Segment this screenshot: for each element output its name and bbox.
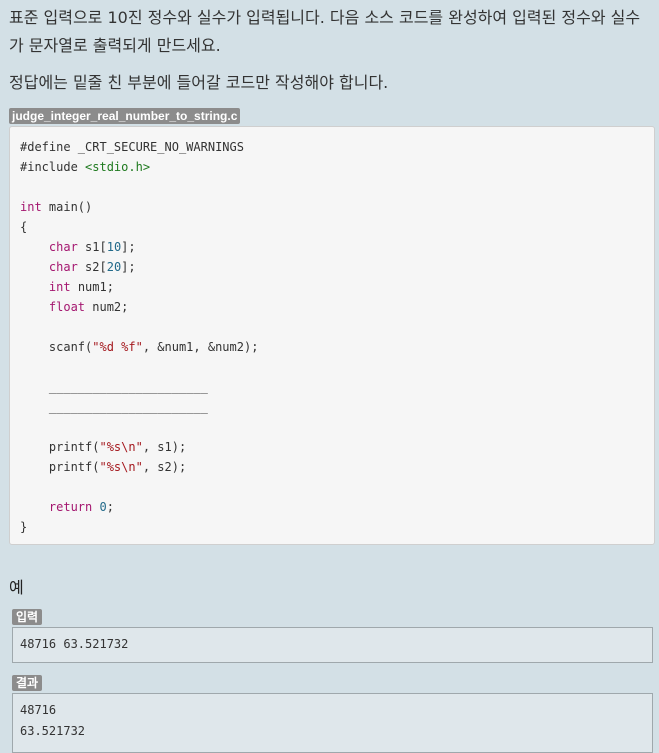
code-line: char s2[20];: [48, 260, 136, 274]
code-line: scanf("%d %f", &num1, &num2);: [20, 340, 259, 354]
input-label-badge: 입력: [12, 609, 43, 625]
problem-description: 표준 입력으로 10진 정수와 실수가 입력됩니다. 다음 소스 코드를 완성하…: [9, 8, 641, 55]
problem-instruction: 정답에는 밑줄 친 부분에 들어갈 코드만 작성해야 합니다.: [9, 73, 389, 92]
example-output-line: 48716: [20, 703, 57, 717]
example-input-box: 48716 63.521732: [12, 627, 653, 663]
example-input-text: 48716 63.521732: [20, 634, 128, 655]
code-line: return 0;: [48, 500, 114, 514]
example-output-line: 63.521732: [20, 724, 86, 738]
example-title: 예: [9, 578, 24, 597]
example-input-line: 48716 63.521732: [20, 637, 129, 651]
code-line: ______________________: [20, 400, 208, 414]
code-line: #include <stdio.h>: [20, 160, 151, 174]
code-line: printf("%s\n", s1);: [20, 440, 187, 454]
example-output-box: 48716 63.521732: [12, 693, 653, 753]
example-output-text: 48716 63.521732: [20, 700, 85, 742]
code-line: int num1;: [48, 280, 114, 294]
output-label-badge: 결과: [12, 675, 43, 691]
code-line: }: [20, 520, 28, 534]
code-block: #define _CRT_SECURE_NO_WARNINGS #include …: [9, 126, 655, 545]
code-line: int main(): [20, 200, 93, 214]
code-line: #define _CRT_SECURE_NO_WARNINGS: [20, 140, 244, 154]
code-line: printf("%s\n", s2);: [20, 460, 187, 474]
code-line: char s1[10];: [48, 240, 136, 254]
code-line: ______________________: [20, 380, 208, 394]
code-listing: #define _CRT_SECURE_NO_WARNINGS #include …: [20, 137, 258, 537]
code-filename-badge: judge_integer_real_number_to_string.c: [9, 108, 241, 124]
code-line: float num2;: [48, 300, 129, 314]
code-line: {: [20, 220, 28, 234]
